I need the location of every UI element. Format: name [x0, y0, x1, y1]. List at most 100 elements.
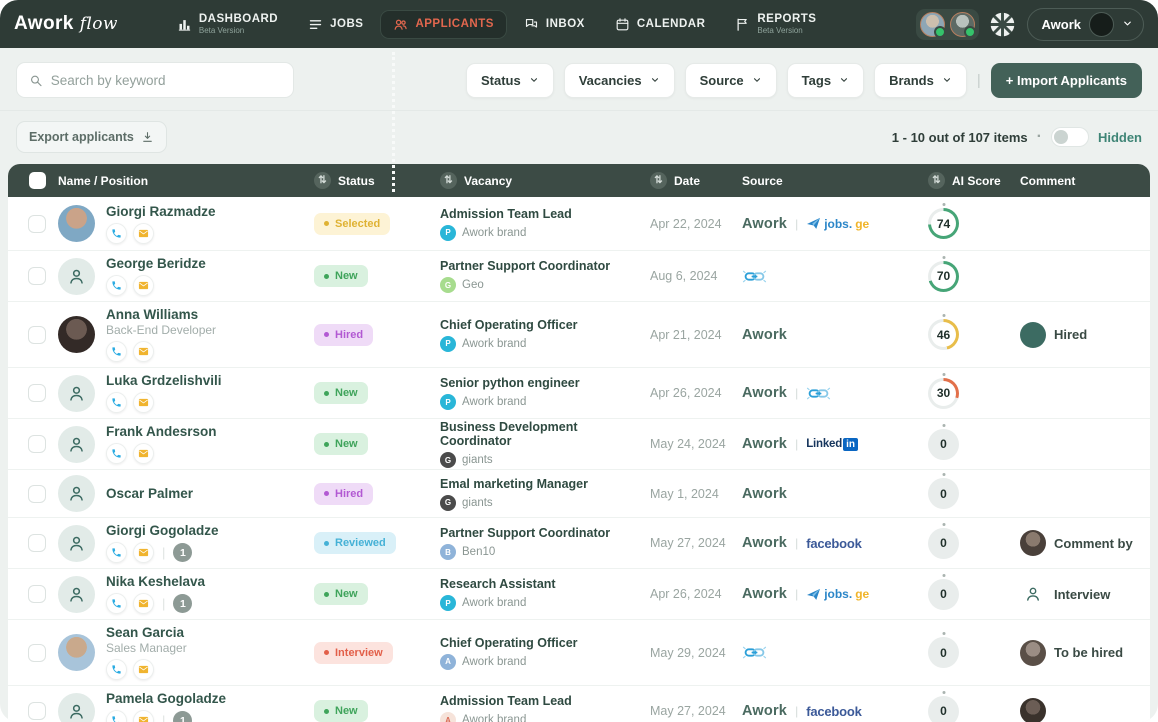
vacancy-title[interactable]: Business Development Coordinator — [440, 420, 650, 448]
notes-count-badge[interactable]: 1 — [173, 711, 192, 722]
filters-separator: | — [977, 72, 981, 89]
column-header-comment: Comment — [1020, 174, 1150, 188]
vacancy-brand: AAwork brand — [440, 654, 650, 670]
row-checkbox[interactable] — [28, 435, 46, 453]
team-avatars[interactable] — [916, 9, 979, 40]
brand-logo-icon: A — [440, 654, 456, 670]
sort-icon[interactable]: ⇅ — [440, 172, 457, 189]
filter-label: Tags — [802, 73, 831, 88]
status-badge: Hired — [314, 324, 373, 346]
email-icon[interactable] — [133, 223, 154, 244]
status-dot-icon — [324, 541, 329, 546]
vacancy-title[interactable]: Admission Team Lead — [440, 694, 650, 708]
vacancy-title[interactable]: Admission Team Lead — [440, 207, 650, 221]
vacancy-title[interactable]: Senior python engineer — [440, 376, 650, 390]
brand-label: Awork brand — [462, 714, 526, 722]
email-icon[interactable] — [133, 659, 154, 680]
calendar-icon — [615, 17, 630, 32]
row-checkbox[interactable] — [28, 326, 46, 344]
awork-source-logo: Awork — [742, 436, 787, 452]
vacancy-title[interactable]: Emal marketing Manager — [440, 477, 650, 491]
vacancy-title[interactable]: Chief Operating Officer — [440, 636, 650, 650]
row-checkbox[interactable] — [28, 534, 46, 552]
vacancy-brand: BBen10 — [440, 544, 650, 560]
phone-icon[interactable] — [106, 593, 127, 614]
applicant-name: Giorgi Gogoladze — [106, 523, 219, 538]
applicant-row: Nika Keshelava|1NewResearch AssistantPAw… — [8, 569, 1150, 620]
vacancy-title[interactable]: Partner Support Coordinator — [440, 526, 650, 540]
vacancy-title[interactable]: Chief Operating Officer — [440, 318, 650, 332]
search-input[interactable] — [51, 73, 281, 88]
notes-count-badge[interactable]: 1 — [173, 543, 192, 562]
row-checkbox[interactable] — [28, 215, 46, 233]
filter-dropdown-source[interactable]: Source — [685, 63, 777, 98]
ai-score-cell: 0 — [928, 429, 1020, 460]
nav-item-jobs[interactable]: JOBS — [295, 10, 376, 39]
select-all-checkbox[interactable] — [29, 172, 46, 189]
paper-plane-icon — [806, 588, 821, 601]
email-icon[interactable] — [133, 392, 154, 413]
email-icon[interactable] — [133, 275, 154, 296]
row-checkbox[interactable] — [28, 384, 46, 402]
jobsge-source-logo: jobs.ge — [806, 587, 869, 601]
top-navigation-bar: Awork flow DASHBOARDBeta Version JOBS APPL… — [0, 0, 1158, 48]
row-checkbox[interactable] — [28, 585, 46, 603]
filter-dropdown-tags[interactable]: Tags — [787, 63, 864, 98]
hidden-toggle[interactable] — [1051, 127, 1089, 147]
phone-icon[interactable] — [106, 275, 127, 296]
phone-icon[interactable] — [106, 341, 127, 362]
column-header-vacancy: ⇅ Vacancy — [440, 172, 650, 189]
avatar-placeholder — [58, 576, 95, 613]
nav-item-reports[interactable]: REPORTSBeta Version — [722, 6, 829, 42]
status-cell: Reviewed — [314, 532, 440, 554]
filter-dropdown-status[interactable]: Status — [466, 63, 554, 98]
email-icon[interactable] — [133, 443, 154, 464]
ai-score-ring: 0 — [928, 429, 959, 460]
column-header-label: Name / Position — [58, 174, 148, 188]
phone-icon[interactable] — [106, 659, 127, 680]
phone-icon[interactable] — [106, 223, 127, 244]
email-icon[interactable] — [133, 542, 154, 563]
contact-actions — [106, 392, 222, 413]
row-checkbox[interactable] — [28, 267, 46, 285]
phone-icon[interactable] — [106, 710, 127, 722]
email-icon[interactable] — [133, 710, 154, 722]
language-flag-button[interactable] — [989, 10, 1017, 38]
email-icon[interactable] — [133, 593, 154, 614]
nav-item-dashboard[interactable]: DASHBOARDBeta Version — [164, 6, 291, 42]
import-applicants-button[interactable]: + Import Applicants — [991, 63, 1142, 98]
vacancy-cell: Partner Support CoordinatorGGeo — [440, 259, 650, 293]
date-cell: Aug 6, 2024 — [650, 269, 742, 283]
row-checkbox[interactable] — [28, 644, 46, 662]
vacancy-title[interactable]: Partner Support Coordinator — [440, 259, 650, 273]
linkedin-in-icon: in — [843, 438, 858, 451]
filter-dropdown-brands[interactable]: Brands — [874, 63, 967, 98]
export-applicants-button[interactable]: Export applicants — [16, 121, 167, 153]
ai-score-ring: 30 — [928, 378, 959, 409]
vacancy-title[interactable]: Research Assistant — [440, 577, 650, 591]
sort-numeric-icon[interactable]: ⇅ — [928, 172, 945, 189]
sort-icon[interactable]: ⇅ — [650, 172, 667, 189]
phone-icon[interactable] — [106, 443, 127, 464]
row-checkbox[interactable] — [28, 485, 46, 503]
notes-count-badge[interactable]: 1 — [173, 594, 192, 613]
workspace-switcher[interactable]: Awork — [1027, 8, 1145, 41]
phone-icon[interactable] — [106, 542, 127, 563]
filter-dropdown-vacancies[interactable]: Vacancies — [564, 63, 675, 98]
sort-icon[interactable]: ⇅ — [314, 172, 331, 189]
nav-item-applicants[interactable]: APPLICANTS — [380, 10, 506, 39]
email-icon[interactable] — [133, 341, 154, 362]
row-checkbox[interactable] — [28, 702, 46, 720]
nav-item-label: JOBS — [330, 18, 363, 30]
chevron-down-icon — [839, 75, 849, 85]
nav-item-calendar[interactable]: CALENDAR — [602, 10, 719, 39]
phone-icon[interactable] — [106, 392, 127, 413]
ai-score-cell: 70 — [928, 261, 1020, 292]
ai-score-value: 0 — [931, 582, 956, 607]
nav-item-inbox[interactable]: INBOX — [511, 10, 598, 39]
applicants-icon — [393, 17, 408, 32]
column-header-label: Vacancy — [464, 174, 512, 188]
app-logo[interactable]: Awork flow — [14, 13, 118, 35]
comment-text: To be hired — [1054, 645, 1123, 660]
search-box — [16, 62, 294, 98]
